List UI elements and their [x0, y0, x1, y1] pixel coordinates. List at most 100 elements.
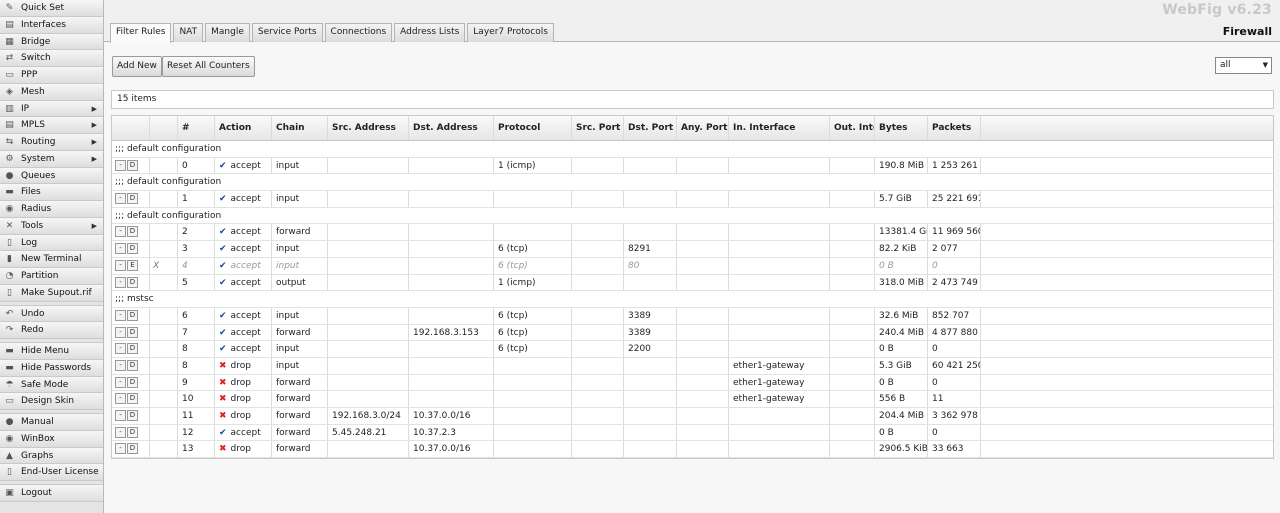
disable-rule-button[interactable]: D	[127, 426, 138, 438]
sidebar-item-radius[interactable]: ◉ Radius	[0, 201, 103, 218]
sidebar-item-files[interactable]: ▬ Files	[0, 184, 103, 201]
sidebar-item-interfaces[interactable]: ▤ Interfaces	[0, 16, 103, 34]
sidebar-item-ppp[interactable]: ▭ PPP	[0, 67, 103, 84]
sidebar-item-end-user-license[interactable]: ▯ End-User License	[0, 464, 103, 481]
sidebar-item-routing[interactable]: ⇆ Routing ▶	[0, 134, 103, 151]
disable-rule-button[interactable]: D	[127, 276, 138, 288]
table-row[interactable]: - D 12 ✔ accept forward 5.45.248.21 10.37.2.3 0 …	[112, 424, 1273, 442]
col-out-interface-header[interactable]: Out. Interf...	[830, 116, 875, 140]
col-chain-header[interactable]: Chain	[272, 116, 328, 140]
table-row[interactable]: - E X 4 ✔ accept input 6 (tcp) 80 0 B0	[112, 257, 1273, 275]
remove-rule-button[interactable]: -	[115, 326, 126, 338]
col-dst-port-header[interactable]: Dst. Port	[624, 116, 677, 140]
sidebar-item-redo[interactable]: ↷ Redo	[0, 322, 103, 339]
sidebar-item-tools[interactable]: ✕ Tools ▶	[0, 217, 103, 235]
disable-rule-button[interactable]: D	[127, 359, 138, 371]
sidebar-item-graphs[interactable]: ▲ Graphs	[0, 447, 103, 465]
remove-rule-button[interactable]: -	[115, 226, 126, 238]
table-row[interactable]: - D 6 ✔ accept input 6 (tcp) 3389 32.6 MiB 852 70…	[112, 307, 1273, 325]
enable-rule-button[interactable]: E	[127, 259, 138, 271]
col-in-interface-header[interactable]: In. Interface	[729, 116, 830, 140]
disable-rule-button[interactable]: D	[127, 376, 138, 388]
sidebar-item-undo[interactable]: ↶ Undo	[0, 305, 103, 323]
table-row[interactable]: - D 0 ✔ accept input 1 (icmp) 190.8 MiB 1 253 26…	[112, 157, 1273, 175]
table-row[interactable]: - D 8 ✖ drop input ether1-gateway 5.3 GiB 60 421…	[112, 357, 1273, 375]
reset-all-counters-button[interactable]: Reset All Counters	[162, 56, 255, 77]
col-packets-header[interactable]: Packets	[928, 116, 981, 140]
col-any-port-header[interactable]: Any. Port	[677, 116, 729, 140]
sidebar-item-hide-menu[interactable]: ▬ Hide Menu	[0, 343, 103, 360]
col-flags-header[interactable]	[150, 116, 178, 140]
col-protocol-header[interactable]: Protocol	[494, 116, 572, 140]
disable-rule-button[interactable]: D	[127, 443, 138, 455]
sidebar-item-logout[interactable]: ▣ Logout	[0, 485, 103, 502]
disable-rule-button[interactable]: D	[127, 309, 138, 321]
table-row[interactable]: - D 5 ✔ accept output 1 (icmp) 318.0 MiB 2 473 7…	[112, 274, 1273, 292]
remove-rule-button[interactable]: -	[115, 243, 126, 255]
tab-layer7-protocols[interactable]: Layer7 Protocols	[467, 23, 554, 42]
sidebar-item-design-skin[interactable]: ▭ Design Skin	[0, 393, 103, 410]
remove-rule-button[interactable]: -	[115, 426, 126, 438]
disable-rule-button[interactable]: D	[127, 159, 138, 171]
col-src-port-header[interactable]: Src. Port	[572, 116, 624, 140]
sidebar-item-mesh[interactable]: ◈ Mesh	[0, 83, 103, 101]
sidebar-item-system[interactable]: ⚙ System ▶	[0, 150, 103, 168]
remove-rule-button[interactable]: -	[115, 376, 126, 388]
table-row[interactable]: - D 10 ✖ drop forward ether1-gateway 556 B 11	[112, 391, 1273, 408]
add-new-button[interactable]: Add New	[112, 56, 162, 77]
remove-rule-button[interactable]: -	[115, 193, 126, 205]
tab-address-lists[interactable]: Address Lists	[394, 23, 466, 42]
sidebar-item-hide-passwords[interactable]: ▬ Hide Passwords	[0, 359, 103, 377]
sidebar-item-switch[interactable]: ⇄ Switch	[0, 50, 103, 67]
sidebar-item-bridge[interactable]: ▦ Bridge	[0, 33, 103, 51]
disable-rule-button[interactable]: D	[127, 410, 138, 421]
sidebar-item-quick-set[interactable]: ✎ Quick Set	[0, 0, 103, 17]
table-row[interactable]: - D 3 ✔ accept input 6 (tcp) 8291 82.2 KiB 2 077	[112, 241, 1273, 258]
remove-rule-button[interactable]: -	[115, 159, 126, 171]
sidebar-item-safe-mode[interactable]: ☂ Safe Mode	[0, 376, 103, 394]
tab-mangle[interactable]: Mangle	[205, 23, 250, 42]
sidebar-item-new-terminal[interactable]: ▮ New Terminal	[0, 251, 103, 268]
disable-rule-button[interactable]: D	[127, 243, 138, 255]
remove-rule-button[interactable]: -	[115, 443, 126, 455]
disable-rule-button[interactable]: D	[127, 193, 138, 205]
filter-select[interactable]: all ▼	[1215, 57, 1272, 74]
disable-rule-button[interactable]: D	[127, 393, 138, 405]
sidebar-item-make-supout-rif[interactable]: ▯ Make Supout.rif	[0, 284, 103, 302]
col-src-address-header[interactable]: Src. Address	[328, 116, 409, 140]
remove-rule-button[interactable]: -	[115, 259, 126, 271]
remove-rule-button[interactable]: -	[115, 343, 126, 355]
col-controls-header[interactable]	[112, 116, 150, 140]
remove-rule-button[interactable]: -	[115, 393, 126, 405]
table-row[interactable]: - D 13 ✖ drop forward 10.37.0.0/16 2906.5 KiB 33…	[112, 441, 1273, 459]
col-bytes-header[interactable]: Bytes	[875, 116, 928, 140]
table-row[interactable]: -D2✔acceptforward13381.4 GiB11 969 560	[112, 224, 1273, 242]
col-action-header[interactable]: Action	[215, 116, 272, 140]
col-dst-address-header[interactable]: Dst. Address	[409, 116, 494, 140]
col-number-header[interactable]: #	[178, 116, 215, 140]
tab-nat[interactable]: NAT	[173, 23, 204, 42]
tab-service-ports[interactable]: Service Ports	[251, 23, 323, 42]
disable-rule-button[interactable]: D	[127, 226, 138, 238]
sidebar-item-manual[interactable]: ● Manual	[0, 414, 103, 431]
disable-rule-button[interactable]: D	[127, 326, 138, 338]
tab-connections[interactable]: Connections	[324, 23, 393, 42]
sidebar-item-log[interactable]: ▯ Log	[0, 234, 103, 252]
check-icon: ✔	[219, 327, 227, 338]
table-row[interactable]: - D 7 ✔ accept forward 192.168.3.153 6 (tcp) 338…	[112, 324, 1273, 342]
remove-rule-button[interactable]: -	[115, 359, 126, 371]
table-row[interactable]: - D 1 ✔ accept input 5.7 GiB 25 221 691	[112, 191, 1273, 208]
sidebar-item-queues[interactable]: ● Queues	[0, 167, 103, 185]
tab-filter-rules[interactable]: Filter Rules	[110, 23, 172, 43]
remove-rule-button[interactable]: -	[115, 309, 126, 321]
sidebar-item-ip[interactable]: ▥ IP ▶	[0, 100, 103, 118]
sidebar-item-winbox[interactable]: ◉ WinBox	[0, 430, 103, 448]
remove-rule-button[interactable]: -	[115, 410, 126, 421]
disable-rule-button[interactable]: D	[127, 343, 138, 355]
remove-rule-button[interactable]: -	[115, 276, 126, 288]
table-row[interactable]: - D 8 ✔ accept input 6 (tcp) 2200 0 B0	[112, 341, 1273, 358]
sidebar-item-mpls[interactable]: ▤ MPLS ▶	[0, 117, 103, 134]
table-row[interactable]: - D 9 ✖ drop forward ether1-gateway 0 B0	[112, 374, 1273, 392]
table-row[interactable]: - D 11 ✖ drop forward 192.168.3.0/24 10.37.0.0/…	[112, 408, 1273, 425]
sidebar-item-partition[interactable]: ◔ Partition	[0, 268, 103, 285]
